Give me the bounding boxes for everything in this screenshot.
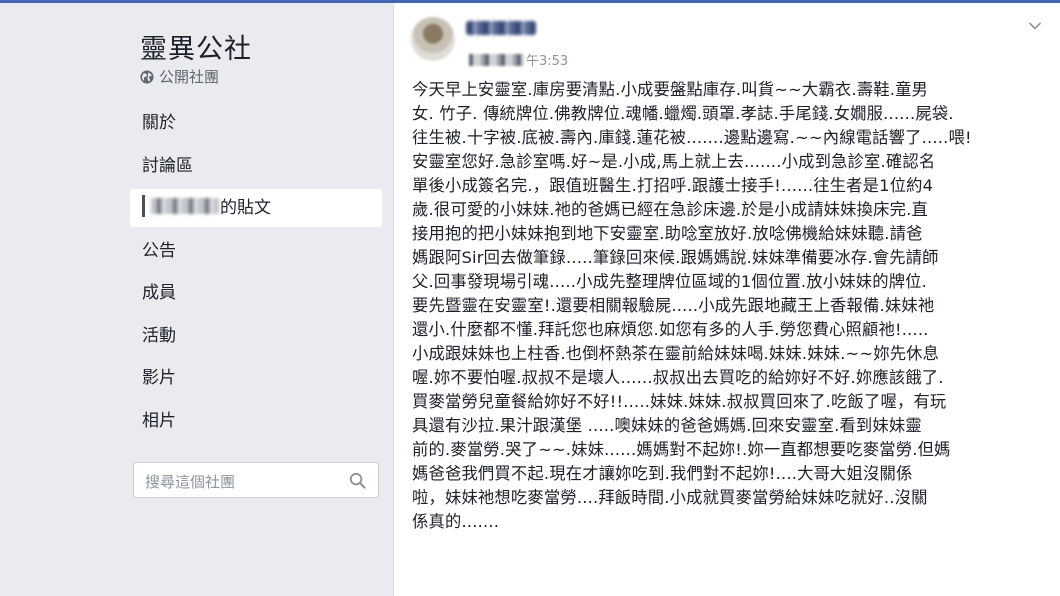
post-body-line: 小成跟妹妹也上柱香.也倒杯熱茶在靈前給妹妹喝.妹妹.妹妹.~~妳先休息 — [412, 344, 940, 363]
post-body-line: 女. 竹子. 傳統牌位.佛教牌位.魂幡.蠟燭.頭罩.孝誌.手尾錢.女嫺服....… — [412, 104, 954, 123]
post-body-line: 喔.妳不要怕喔.叔叔不是壞人......叔叔出去買吃的給妳好不好.妳應該餓了. — [412, 368, 944, 387]
post-date-redacted — [469, 53, 524, 66]
post-body-line: 要先暨靈在安靈室!.還要相關報驗屍.....小成先跟地藏王上香報備.妹妹祂 — [412, 296, 935, 315]
search-icon[interactable] — [349, 472, 366, 489]
group-privacy: 公開社團 — [140, 66, 219, 87]
post-body-line: 接用抱的把小妹妹抱到地下安靈室.助唸室放好.放唸佛機給妹妹聽.請爸 — [412, 224, 923, 243]
chevron-down-icon[interactable] — [1028, 21, 1042, 31]
group-name[interactable]: 靈異公社 — [140, 27, 252, 66]
post-body-line: 具還有沙拉.果汁跟漢堡 .....噢妹妹的爸爸媽媽.回來安靈室.看到妹妹靈 — [412, 416, 922, 435]
nav-item-my-posts[interactable]: 的貼文 — [130, 188, 382, 227]
post-body-line: 媽跟阿Sir回去做筆錄.....筆錄回來候.跟媽媽說.妹妹準備要冰存.會先請師 — [412, 248, 939, 267]
post-body-line: 往生被.十字被.底被.壽內.庫錢.蓮花被.......邊點邊寫.~~內線電話響了… — [412, 128, 972, 147]
post-body-line: 父.回事發現場引魂.....小成先整理牌位區域的1個位置.放小妹妹的牌位. — [412, 272, 928, 291]
post-body-line: 買麥當勞兒童餐給妳好不好!!.....妹妹.妹妹.叔叔買回來了.吃飯了喔，有玩 — [412, 392, 947, 411]
nav-item-about[interactable]: 關於 — [130, 103, 382, 143]
group-privacy-label: 公開社團 — [159, 68, 220, 86]
search-placeholder: 搜尋這個社團 — [145, 473, 236, 491]
redacted-user-name-blur — [151, 198, 219, 214]
group-sidebar: 靈異公社 公開社團 關於 討論區 的貼文 公告 成員 活動 影片 相片 搜尋這個… — [130, 3, 382, 596]
group-search-input[interactable]: 搜尋這個社團 — [133, 462, 379, 498]
post-body-line: 媽爸爸我們買不起.現在才讓妳吃到.我們對不起妳!....大哥大姐沒關係 — [412, 464, 913, 483]
post-body-line: 啦，妹妹祂想吃麥當勞....拜飯時間.小成就買麥當勞給妹妹吃就好..沒關 — [412, 488, 928, 507]
nav-item-photos[interactable]: 相片 — [130, 401, 382, 441]
post-body-line: 歲.很可愛的小妹妹.祂的爸媽已經在急診床邊.於是小成請妹妹換床完.直 — [412, 200, 928, 219]
redacted-user-name — [142, 195, 145, 217]
group-nav: 關於 討論區 的貼文 公告 成員 活動 影片 相片 — [130, 103, 382, 443]
nav-item-my-posts-label: 的貼文 — [220, 197, 271, 218]
nav-item-members[interactable]: 成員 — [130, 273, 382, 313]
post-body-line: 安靈室您好.急診室嗎.好~是.小成,馬上就上去.......小成到急診室.確認名 — [412, 152, 936, 171]
author-avatar[interactable] — [411, 17, 455, 61]
nav-item-announcements[interactable]: 公告 — [130, 231, 382, 271]
post-body-line: 係真的....... — [412, 512, 500, 531]
post-meta: 午3:53 — [469, 50, 568, 69]
nav-item-discussion[interactable]: 討論區 — [130, 146, 382, 186]
post-body-line: 前的.麥當勞.哭了~~.妹妹......媽媽對不起妳!.妳一直都想要吃麥當勞.但… — [412, 440, 951, 459]
post-body: 今天早上安靈室.庫房要清點.小成要盤點庫存.叫貨~~大霸衣.壽鞋.童男女. 竹子… — [412, 78, 1052, 534]
post-body-line: 還小.什麼都不懂.拜託您也麻煩您.如您有多的人手.勞您費心照顧祂!..... — [412, 320, 929, 339]
nav-item-videos[interactable]: 影片 — [130, 358, 382, 398]
post-card: 午3:53 今天早上安靈室.庫房要清點.小成要盤點庫存.叫貨~~大霸衣.壽鞋.童… — [393, 3, 1060, 596]
author-name-redacted[interactable] — [466, 21, 536, 35]
globe-icon — [140, 69, 154, 84]
post-body-line: 今天早上安靈室.庫房要清點.小成要盤點庫存.叫貨~~大霸衣.壽鞋.童男 — [412, 80, 929, 99]
post-time[interactable]: 午3:53 — [526, 50, 568, 69]
nav-item-events[interactable]: 活動 — [130, 316, 382, 356]
post-body-line: 單後小成簽名完.，跟值班醫生.打招呼.跟護士接手!......往生者是1位約4 — [412, 176, 934, 195]
